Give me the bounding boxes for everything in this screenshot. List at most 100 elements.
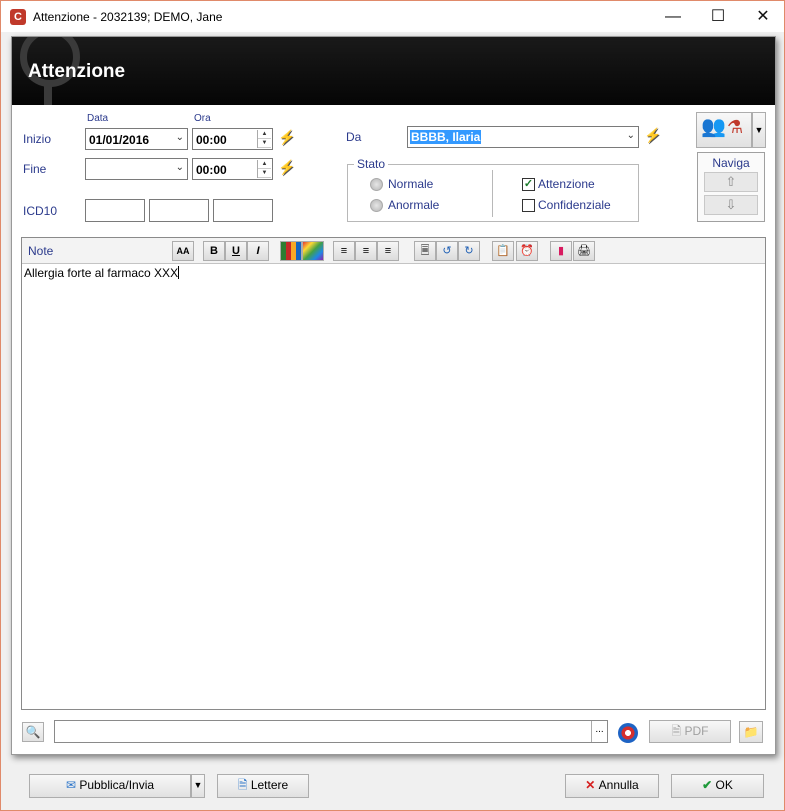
inizio-time-stepper[interactable]: 00:00 ▲ ▼ bbox=[192, 128, 273, 150]
text-caret bbox=[178, 266, 180, 279]
underline-icon[interactable]: U bbox=[225, 241, 247, 261]
note-content[interactable]: Allergia forte al farmaco XXX bbox=[24, 266, 180, 280]
naviga-panel: Naviga ⇧ ⇩ bbox=[697, 152, 765, 222]
pubblica-dropdown[interactable]: ▼ bbox=[191, 774, 205, 798]
inizio-time-value: 00:00 bbox=[196, 133, 227, 147]
icd10-label: ICD10 bbox=[23, 204, 58, 218]
annulla-button[interactable]: ✕ Annulla bbox=[565, 774, 659, 798]
fine-time-stepper[interactable]: 00:00 ▲ ▼ bbox=[192, 158, 273, 180]
nav-up-button[interactable]: ⇧ bbox=[704, 172, 758, 192]
confidenziale-label: Confidenziale bbox=[538, 198, 611, 212]
window-title: Attenzione - 2032139; DEMO, Jane bbox=[33, 10, 223, 24]
pubblica-invia-button[interactable]: ✉ Pubblica/Invia bbox=[29, 774, 191, 798]
redo-icon[interactable]: ↻ bbox=[458, 241, 480, 261]
pdf-file-icon: 🗎 bbox=[671, 724, 685, 738]
inizio-date-combo[interactable]: 01/01/2016 ⌄ bbox=[85, 128, 188, 150]
stato-label: Stato bbox=[354, 157, 389, 171]
anormale-radio[interactable] bbox=[370, 199, 383, 212]
dialog-header: Attenzione bbox=[12, 37, 775, 105]
people-icon: 👥 bbox=[701, 116, 726, 138]
nav-down-button[interactable]: ⇩ bbox=[704, 195, 758, 215]
cancel-x-icon: ✕ bbox=[585, 778, 599, 792]
flask-icon: ⚗ bbox=[727, 117, 744, 137]
checkmark-icon: ✔ bbox=[702, 778, 716, 792]
confidenziale-checkbox[interactable] bbox=[522, 199, 535, 212]
scan-icon[interactable] bbox=[618, 723, 638, 743]
printer-icon[interactable]: 🖨 bbox=[573, 241, 595, 261]
time-spinner[interactable]: ▲ ▼ bbox=[257, 160, 271, 178]
clipboard-icon[interactable]: 📋 bbox=[492, 241, 514, 261]
fine-date-combo[interactable]: ⌄ bbox=[85, 158, 188, 180]
spin-up-icon[interactable]: ▲ bbox=[258, 160, 271, 169]
spin-down-icon[interactable]: ▼ bbox=[258, 169, 271, 178]
font-size-icon[interactable]: AA bbox=[172, 241, 194, 261]
inizio-label: Inizio bbox=[23, 132, 52, 146]
lightning-icon[interactable]: ⚡ bbox=[278, 129, 295, 146]
da-value: BBBB, Ilaria bbox=[410, 130, 482, 144]
fine-label: Fine bbox=[23, 162, 47, 176]
lettere-label: Lettere bbox=[250, 778, 289, 792]
attachment-path-field[interactable]: ... bbox=[54, 720, 608, 743]
stato-divider bbox=[492, 170, 493, 217]
data-column-label: Data bbox=[87, 113, 109, 124]
maximize-button[interactable]: ☐ bbox=[696, 3, 740, 31]
pdf-button[interactable]: 🗎 PDF bbox=[649, 720, 731, 743]
preview-icon[interactable]: 🔍 bbox=[22, 722, 44, 742]
spin-up-icon[interactable]: ▲ bbox=[258, 130, 271, 139]
note-label: Note bbox=[28, 244, 54, 258]
icd10-field-3[interactable] bbox=[213, 199, 273, 222]
send-icon: ✉ bbox=[65, 778, 80, 792]
clock-icon[interactable]: ⏰ bbox=[516, 241, 538, 261]
people-lab-dropdown[interactable]: ▼ bbox=[752, 112, 766, 148]
attenzione-label: Attenzione bbox=[538, 177, 595, 191]
ok-button[interactable]: ✔ OK bbox=[671, 774, 764, 798]
attenzione-checkbox[interactable]: ✓ bbox=[522, 178, 535, 191]
ora-column-label: Ora bbox=[194, 113, 211, 124]
attenzione-dialog: Attenzione Data Ora Inizio 01/01/2016 ⌄ … bbox=[11, 36, 776, 755]
app-window: C Attenzione - 2032139; DEMO, Jane — ☐ ✕… bbox=[0, 0, 785, 811]
fine-time-value: 00:00 bbox=[196, 163, 227, 177]
chevron-down-icon[interactable]: ⌄ bbox=[176, 132, 184, 143]
pencils-icon[interactable] bbox=[280, 241, 302, 261]
lightning-icon[interactable]: ⚡ bbox=[644, 127, 661, 144]
stato-groupbox bbox=[347, 164, 639, 222]
italic-icon[interactable]: I bbox=[247, 241, 269, 261]
bold-icon[interactable]: B bbox=[203, 241, 225, 261]
pdf-label: PDF bbox=[684, 724, 709, 738]
da-combo[interactable]: BBBB, Ilaria ⌄ bbox=[407, 126, 639, 148]
lightning-icon[interactable]: ⚡ bbox=[278, 159, 295, 176]
spin-down-icon[interactable]: ▼ bbox=[258, 139, 271, 148]
minimize-button[interactable]: — bbox=[651, 3, 695, 31]
align-left-icon[interactable]: ≡ bbox=[333, 241, 355, 261]
normale-label: Normale bbox=[388, 177, 434, 191]
time-spinner[interactable]: ▲ ▼ bbox=[257, 130, 271, 148]
pubblica-invia-label: Pubblica/Invia bbox=[79, 778, 155, 792]
ok-label: OK bbox=[715, 778, 733, 792]
people-lab-button[interactable]: 👥 ⚗ bbox=[696, 112, 752, 148]
annulla-label: Annulla bbox=[598, 778, 639, 792]
browse-ellipsis-button[interactable]: ... bbox=[591, 721, 607, 742]
close-button[interactable]: ✕ bbox=[741, 3, 785, 31]
page-icon[interactable]: 🗏 bbox=[414, 241, 436, 261]
da-label: Da bbox=[346, 130, 362, 144]
document-icon: 🗎 bbox=[237, 778, 251, 792]
lettere-button[interactable]: 🗎 Lettere bbox=[217, 774, 309, 798]
chevron-down-icon[interactable]: ⌄ bbox=[627, 130, 635, 141]
align-center-icon[interactable]: ≡ bbox=[355, 241, 377, 261]
note-editor[interactable]: Note AA B U I ≡ ≡ ≡ 🗏 ↺ ↻ 📋 ⏰ ▮ 🖨 Allerg… bbox=[21, 237, 766, 710]
note-text: Allergia forte al farmaco XXX bbox=[24, 266, 179, 280]
dialog-title: Attenzione bbox=[28, 61, 126, 82]
undo-icon[interactable]: ↺ bbox=[436, 241, 458, 261]
inizio-date-value: 01/01/2016 bbox=[89, 133, 150, 147]
icd10-field-2[interactable] bbox=[149, 199, 209, 222]
folder-icon[interactable]: 📁 bbox=[739, 721, 763, 743]
icd10-field-1[interactable] bbox=[85, 199, 145, 222]
normale-radio[interactable] bbox=[370, 178, 383, 191]
naviga-label: Naviga bbox=[712, 156, 750, 170]
align-right-icon[interactable]: ≡ bbox=[377, 241, 399, 261]
female-symbol-stem bbox=[44, 85, 52, 105]
eraser-icon[interactable]: ▮ bbox=[550, 241, 572, 261]
color-palette-icon[interactable] bbox=[302, 241, 324, 261]
chevron-down-icon[interactable]: ⌄ bbox=[176, 162, 184, 173]
anormale-label: Anormale bbox=[388, 198, 440, 212]
